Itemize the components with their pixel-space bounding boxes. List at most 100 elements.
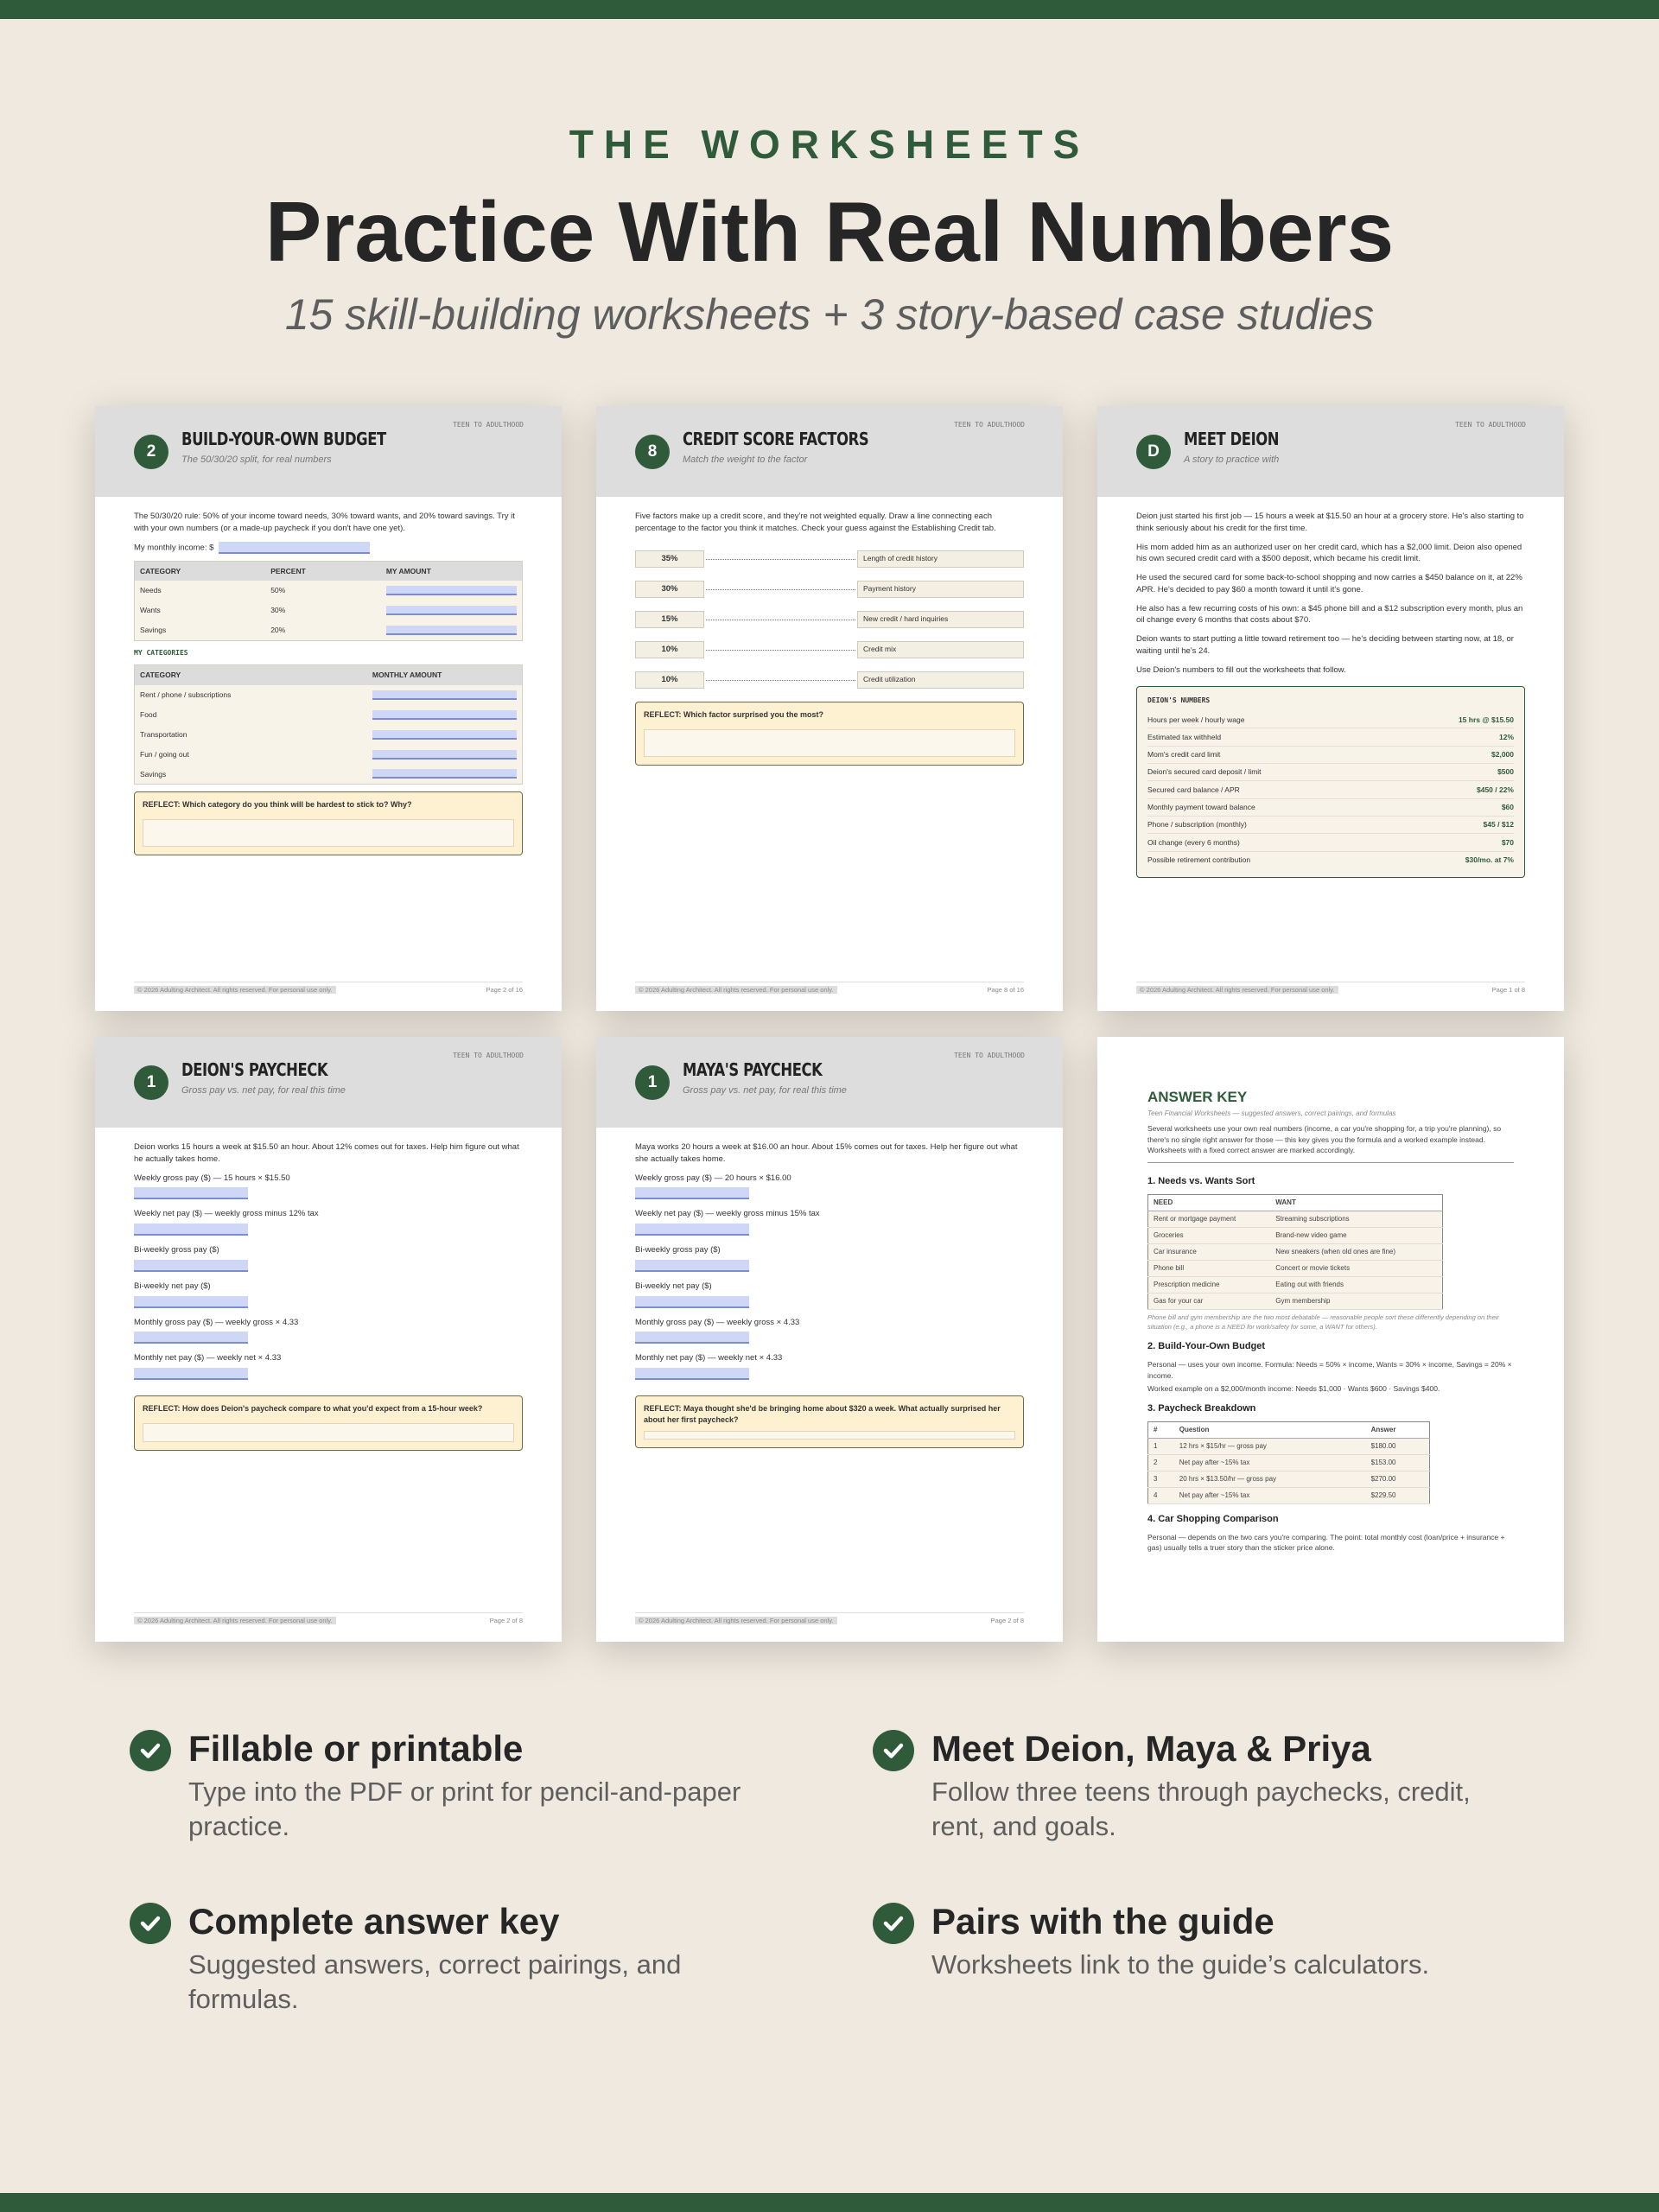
sheet-tag: TEEN TO ADULTHOOD: [1455, 421, 1526, 429]
connector-line: [706, 649, 855, 651]
amount-field[interactable]: [367, 685, 523, 705]
answer-key-title: ANSWER KEY: [1147, 1089, 1248, 1105]
feature-description: Worksheets link to the guide’s calculato…: [931, 1949, 1430, 1980]
amount-field[interactable]: [381, 601, 523, 620]
sheet-tag: TEEN TO ADULTHOOD: [954, 1052, 1025, 1059]
answer-field[interactable]: [635, 1187, 749, 1200]
factor-box: Length of credit history: [857, 550, 1024, 568]
answer-field[interactable]: [134, 1295, 248, 1308]
factor-box: Credit utilization: [857, 671, 1024, 689]
page-number: Page 2 of 16: [486, 986, 523, 994]
sheet-title: CREDIT SCORE FACTORS: [683, 429, 869, 449]
table-row: Wants 30%: [135, 601, 523, 620]
feature-item: Pairs with the guide Worksheets link to …: [873, 1901, 1529, 2022]
question-label: Monthly gross pay ($) — weekly gross × 4…: [134, 1317, 299, 1327]
table-row: 4 Net pay after ~15% tax $229.50: [1147, 1487, 1430, 1504]
reflect-answer-field[interactable]: [143, 819, 514, 848]
sheet-subtitle: Gross pay vs. net pay, for real this tim…: [683, 1085, 847, 1096]
answer-field[interactable]: [635, 1368, 749, 1381]
footer-copyright: © 2026 Adulting Architect. All rights re…: [635, 1617, 837, 1624]
answer-field[interactable]: [635, 1295, 749, 1308]
amount-field[interactable]: [381, 620, 523, 640]
feature-item: Fillable or printable Type into the PDF …: [130, 1728, 786, 1849]
number-row: Oil change (every 6 months) $70: [1147, 834, 1514, 852]
reflect-answer-field[interactable]: [644, 1431, 1015, 1440]
my-categories-label: MY CATEGORIES: [134, 648, 188, 657]
answer-field[interactable]: [134, 1224, 248, 1236]
sheet-intro: Maya works 20 hours a week at $16.00 an …: [635, 1142, 1018, 1164]
feature-title: Fillable or printable: [188, 1728, 524, 1769]
section-heading: 2. Build-Your-Own Budget: [1147, 1341, 1266, 1352]
footer-copyright: © 2026 Adulting Architect. All rights re…: [635, 986, 837, 994]
table-row: Food: [135, 705, 523, 725]
answer-field[interactable]: [635, 1224, 749, 1236]
sheet-intro: The 50/30/20 rule: 50% of your income to…: [134, 512, 515, 533]
answer-field[interactable]: [134, 1187, 248, 1200]
section-text: Personal — depends on the two cars you'r…: [1147, 1532, 1505, 1553]
numbers-box: DEION'S NUMBERS Hours per week / hourly …: [1136, 686, 1525, 878]
amount-field[interactable]: [367, 745, 523, 765]
numbers-title: DEION'S NUMBERS: [1147, 696, 1211, 705]
answer-field[interactable]: [134, 1368, 248, 1381]
divider: [1147, 1162, 1514, 1164]
reflect-box: REFLECT: How does Deion's paycheck compa…: [134, 1395, 523, 1452]
amount-field[interactable]: [367, 705, 523, 725]
col-monthly: MONTHLY AMOUNT: [366, 664, 523, 685]
number-row: Secured card balance / APR $450 / 22%: [1147, 781, 1514, 799]
feature-description: Type into the PDF or print for pencil-an…: [188, 1777, 741, 1842]
feature-title: Meet Deion, Maya & Priya: [931, 1728, 1371, 1769]
answer-field[interactable]: [134, 1259, 248, 1272]
sheet-letter-badge: D: [1136, 435, 1171, 469]
reflect-box: REFLECT: Maya thought she'd be bringing …: [635, 1395, 1024, 1449]
table-row: Transportation: [135, 725, 523, 745]
income-field[interactable]: [219, 541, 371, 554]
story-paragraph: Deion wants to start putting a little to…: [1136, 634, 1514, 656]
table-row: Phone bill Concert or movie tickets: [1147, 1260, 1443, 1277]
check-circle-icon: [873, 1730, 914, 1771]
col-percent: PERCENT: [265, 561, 381, 582]
bottom-band: [0, 2193, 1659, 2212]
question-label: Monthly net pay ($) — weekly net × 4.33: [134, 1353, 282, 1363]
table-row: 1 12 hrs × $15/hr — gross pay $180.00: [1147, 1438, 1430, 1455]
answer-field[interactable]: [635, 1259, 749, 1272]
amount-field[interactable]: [367, 725, 523, 745]
feature-title: Complete answer key: [188, 1901, 560, 1942]
story-paragraph: He used the secured card for some back-t…: [1136, 573, 1522, 594]
top-band: [0, 0, 1659, 19]
answer-field[interactable]: [134, 1332, 248, 1344]
match-row: 30% Payment history: [635, 580, 1024, 600]
sheet-subtitle: A story to practice with: [1184, 454, 1280, 465]
worksheet-maya-paycheck: 1 MAYA'S PAYCHECK Gross pay vs. net pay,…: [596, 1037, 1063, 1642]
table-row: Fun / going out: [135, 745, 523, 765]
section-heading: 4. Car Shopping Comparison: [1147, 1513, 1279, 1524]
amount-field[interactable]: [381, 581, 523, 601]
table-note: Phone bill and gym membership are the tw…: [1147, 1313, 1499, 1331]
number-row: Monthly payment toward balance $60: [1147, 799, 1514, 817]
split-table: CATEGORY PERCENT MY AMOUNT Needs 50% Want…: [134, 560, 523, 641]
number-row: Possible retirement contribution $30/mo. …: [1147, 855, 1514, 865]
sheet-subtitle: Gross pay vs. net pay, for real this tim…: [181, 1085, 346, 1096]
sheet-tag: TEEN TO ADULTHOOD: [453, 421, 524, 429]
table-row: Needs 50%: [135, 581, 523, 601]
answer-field[interactable]: [635, 1332, 749, 1344]
page-number: Page 2 of 8: [990, 1617, 1024, 1624]
sheet-number-badge: 1: [635, 1065, 670, 1100]
reflect-prompt: REFLECT: How does Deion's paycheck compa…: [143, 1404, 483, 1414]
sheet-number-badge: 2: [134, 435, 168, 469]
question-label: Bi-weekly net pay ($): [134, 1281, 211, 1291]
connector-line: [706, 679, 855, 681]
section-heading: 3. Paycheck Breakdown: [1147, 1403, 1256, 1414]
section-text: Worked example on a $2,000/month income:…: [1147, 1384, 1440, 1394]
reflect-answer-field[interactable]: [143, 1423, 514, 1443]
check-circle-icon: [130, 1730, 171, 1771]
amount-field[interactable]: [367, 765, 523, 785]
table-row: Gas for your car Gym membership: [1147, 1293, 1443, 1310]
factor-box: Payment history: [857, 580, 1024, 598]
sheet-footer: © 2026 Adulting Architect. All rights re…: [134, 1612, 523, 1624]
reflect-answer-field[interactable]: [644, 728, 1015, 757]
story-paragraph: Deion just started his first job — 15 ho…: [1136, 512, 1524, 533]
sheet-number-badge: 8: [635, 435, 670, 469]
paycheck-answer-table: # Question Answer 1 12 hrs × $15/hr — gross…: [1147, 1421, 1430, 1504]
number-row: Phone / subscription (monthly) $45 / $12: [1147, 817, 1514, 835]
col-category: CATEGORY: [134, 664, 367, 685]
